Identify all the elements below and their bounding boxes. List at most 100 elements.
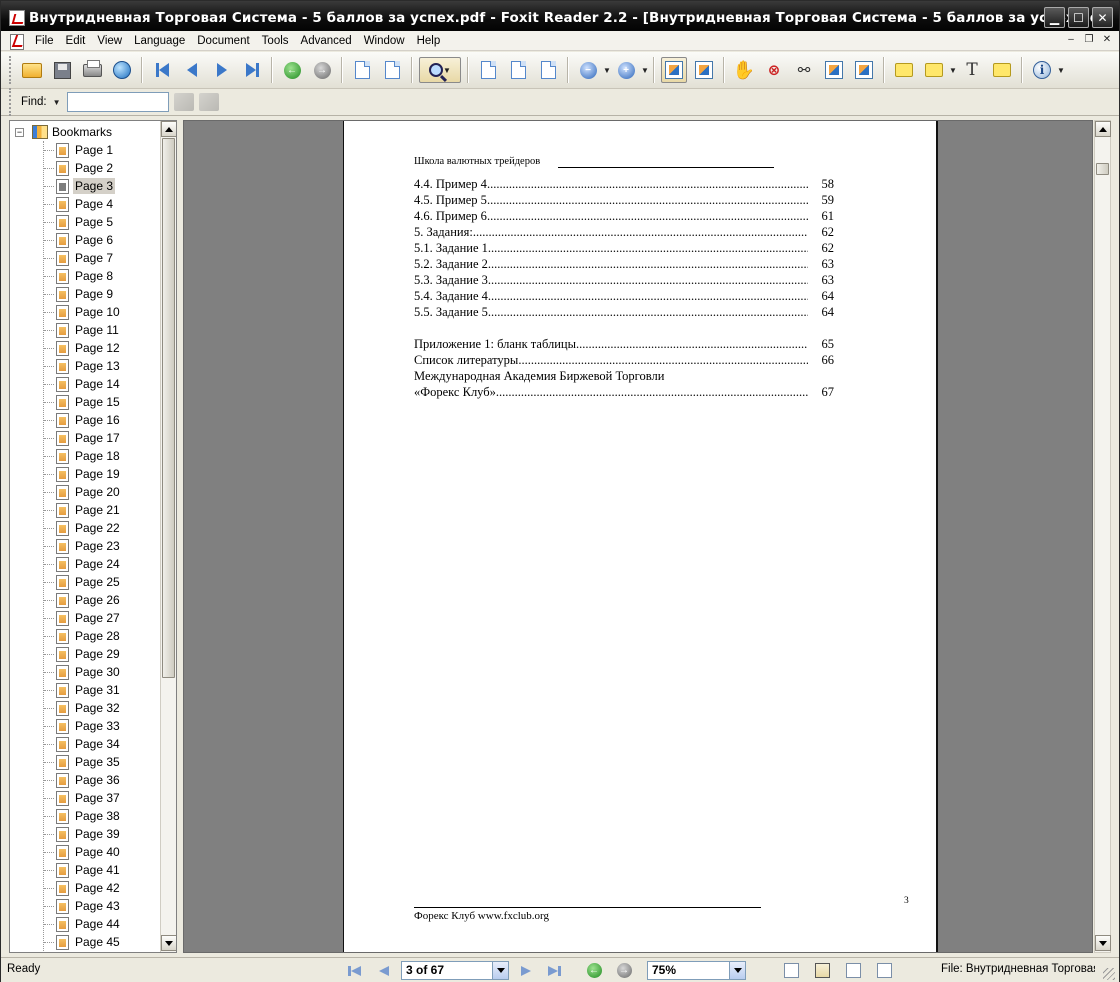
- email-button[interactable]: [109, 57, 135, 83]
- menu-advanced[interactable]: Advanced: [295, 31, 358, 51]
- bookmark-item[interactable]: Page 9: [44, 285, 115, 303]
- bookmark-item[interactable]: Page 26: [44, 591, 122, 609]
- print-button[interactable]: [79, 57, 105, 83]
- status-forward-button[interactable]: →: [615, 962, 633, 979]
- menu-window[interactable]: Window: [358, 31, 411, 51]
- maximize-button[interactable]: ☐: [1068, 7, 1089, 28]
- bookmark-item[interactable]: Page 42: [44, 879, 122, 897]
- bookmark-item[interactable]: Page 34: [44, 735, 122, 753]
- bookmark-item[interactable]: Page 12: [44, 339, 122, 357]
- menu-view[interactable]: View: [91, 31, 128, 51]
- bookmark-item[interactable]: Page 3: [44, 177, 116, 195]
- minimize-button[interactable]: ▁: [1044, 7, 1065, 28]
- bookmark-item[interactable]: Page 13: [44, 357, 122, 375]
- info-button[interactable]: i: [1029, 57, 1055, 83]
- highlight-button[interactable]: [921, 57, 947, 83]
- single-page-view-button[interactable]: [784, 963, 799, 978]
- bookmark-item[interactable]: Page 2: [44, 159, 115, 177]
- bookmark-item[interactable]: Page 10: [44, 303, 122, 321]
- bookmark-item[interactable]: Page 16: [44, 411, 122, 429]
- text-tool-button[interactable]: T: [959, 57, 985, 83]
- bookmark-item[interactable]: Page 7: [44, 249, 115, 267]
- bookmark-item[interactable]: Page 25: [44, 573, 122, 591]
- resize-grip[interactable]: [1103, 968, 1115, 980]
- bookmark-item[interactable]: Page 40: [44, 843, 122, 861]
- status-next-page-button[interactable]: [517, 962, 535, 979]
- go-forward-button[interactable]: →: [309, 57, 335, 83]
- bookmark-item[interactable]: Page 43: [44, 897, 122, 915]
- bookmarks-panel-button[interactable]: [661, 57, 687, 83]
- info-dropdown-icon[interactable]: ▼: [1057, 66, 1065, 75]
- bookmark-item[interactable]: Page 29: [44, 645, 122, 663]
- bookmark-item[interactable]: Page 11: [44, 321, 121, 339]
- bookmark-item[interactable]: Page 18: [44, 447, 122, 465]
- scroll-down-button[interactable]: [161, 935, 176, 951]
- bookmark-item[interactable]: Page 31: [44, 681, 122, 699]
- zoom-tool-button[interactable]: ▼: [419, 57, 461, 83]
- find-button[interactable]: ⚯: [791, 57, 817, 83]
- bookmark-item[interactable]: Page 36: [44, 771, 122, 789]
- bookmark-item[interactable]: Page 8: [44, 267, 115, 285]
- bookmarks-scrollbar[interactable]: [160, 121, 176, 952]
- menu-edit[interactable]: Edit: [60, 31, 92, 51]
- close-button[interactable]: ✕: [1092, 7, 1113, 28]
- bookmark-item[interactable]: Page 41: [44, 861, 122, 879]
- last-page-button[interactable]: [239, 57, 265, 83]
- bookmark-item[interactable]: Page 37: [44, 789, 122, 807]
- menu-tools[interactable]: Tools: [256, 31, 295, 51]
- fit-page-button[interactable]: [505, 57, 531, 83]
- continuous-facing-view-button[interactable]: [877, 963, 892, 978]
- scroll-up-button[interactable]: [161, 121, 176, 137]
- toolbar-grip[interactable]: [9, 88, 13, 116]
- previous-page-button[interactable]: [179, 57, 205, 83]
- bookmark-item[interactable]: Page 14: [44, 375, 122, 393]
- menu-language[interactable]: Language: [128, 31, 191, 51]
- typewriter-button[interactable]: [821, 57, 847, 83]
- bookmark-item[interactable]: Page 6: [44, 231, 115, 249]
- highlight-dropdown-icon[interactable]: ▼: [949, 66, 957, 75]
- foxit-app-icon[interactable]: [9, 10, 25, 26]
- pencil-button[interactable]: [891, 57, 917, 83]
- bookmark-item[interactable]: Page 35: [44, 753, 122, 771]
- note-button[interactable]: [989, 57, 1015, 83]
- bookmark-item[interactable]: Page 30: [44, 663, 122, 681]
- bookmark-item[interactable]: Page 44: [44, 915, 122, 933]
- bookmark-item[interactable]: Page 15: [44, 393, 122, 411]
- bookmark-item[interactable]: Page 4: [44, 195, 115, 213]
- select-text-button[interactable]: ⊗: [761, 57, 787, 83]
- bookmark-item[interactable]: Page 38: [44, 807, 122, 825]
- next-page-button[interactable]: [209, 57, 235, 83]
- doc-close-button[interactable]: ✕: [1099, 33, 1115, 47]
- find-previous-icon[interactable]: [173, 93, 194, 111]
- rotate-right-button[interactable]: [379, 57, 405, 83]
- find-next-icon[interactable]: [198, 93, 219, 111]
- first-page-button[interactable]: [149, 57, 175, 83]
- doc-restore-button[interactable]: ❐: [1081, 33, 1097, 47]
- zoom-out-dropdown-icon[interactable]: ▼: [603, 66, 611, 75]
- zoom-in-dropdown-icon[interactable]: ▼: [641, 66, 649, 75]
- find-input[interactable]: [66, 92, 169, 112]
- status-last-page-button[interactable]: [545, 962, 563, 979]
- actual-size-button[interactable]: [475, 57, 501, 83]
- bookmark-item[interactable]: Page 17: [44, 429, 122, 447]
- open-button[interactable]: [19, 57, 45, 83]
- status-back-button[interactable]: ←: [585, 962, 603, 979]
- export-button[interactable]: [691, 57, 717, 83]
- document-view[interactable]: Школа валютных трейдеров 4.4. Пример 4 58…: [183, 120, 1093, 953]
- scroll-thumb[interactable]: [162, 138, 175, 678]
- rotate-left-button[interactable]: [349, 57, 375, 83]
- bookmark-item[interactable]: Page 1: [44, 141, 115, 159]
- zoom-in-button[interactable]: +: [613, 57, 639, 83]
- go-back-button[interactable]: ←: [279, 57, 305, 83]
- bookmarks-root[interactable]: − Bookmarks: [15, 124, 112, 140]
- bookmark-item[interactable]: Page 45: [44, 933, 122, 951]
- bookmark-item[interactable]: Page 23: [44, 537, 122, 555]
- bookmark-item[interactable]: Page 21: [44, 501, 122, 519]
- hand-tool-button[interactable]: ✋: [731, 57, 757, 83]
- status-first-page-button[interactable]: [345, 962, 363, 979]
- bookmark-item[interactable]: Page 28: [44, 627, 122, 645]
- menu-file[interactable]: File: [29, 31, 60, 51]
- menu-help[interactable]: Help: [411, 31, 447, 51]
- bookmark-item[interactable]: Page 33: [44, 717, 122, 735]
- doc-minimize-button[interactable]: –: [1063, 33, 1079, 47]
